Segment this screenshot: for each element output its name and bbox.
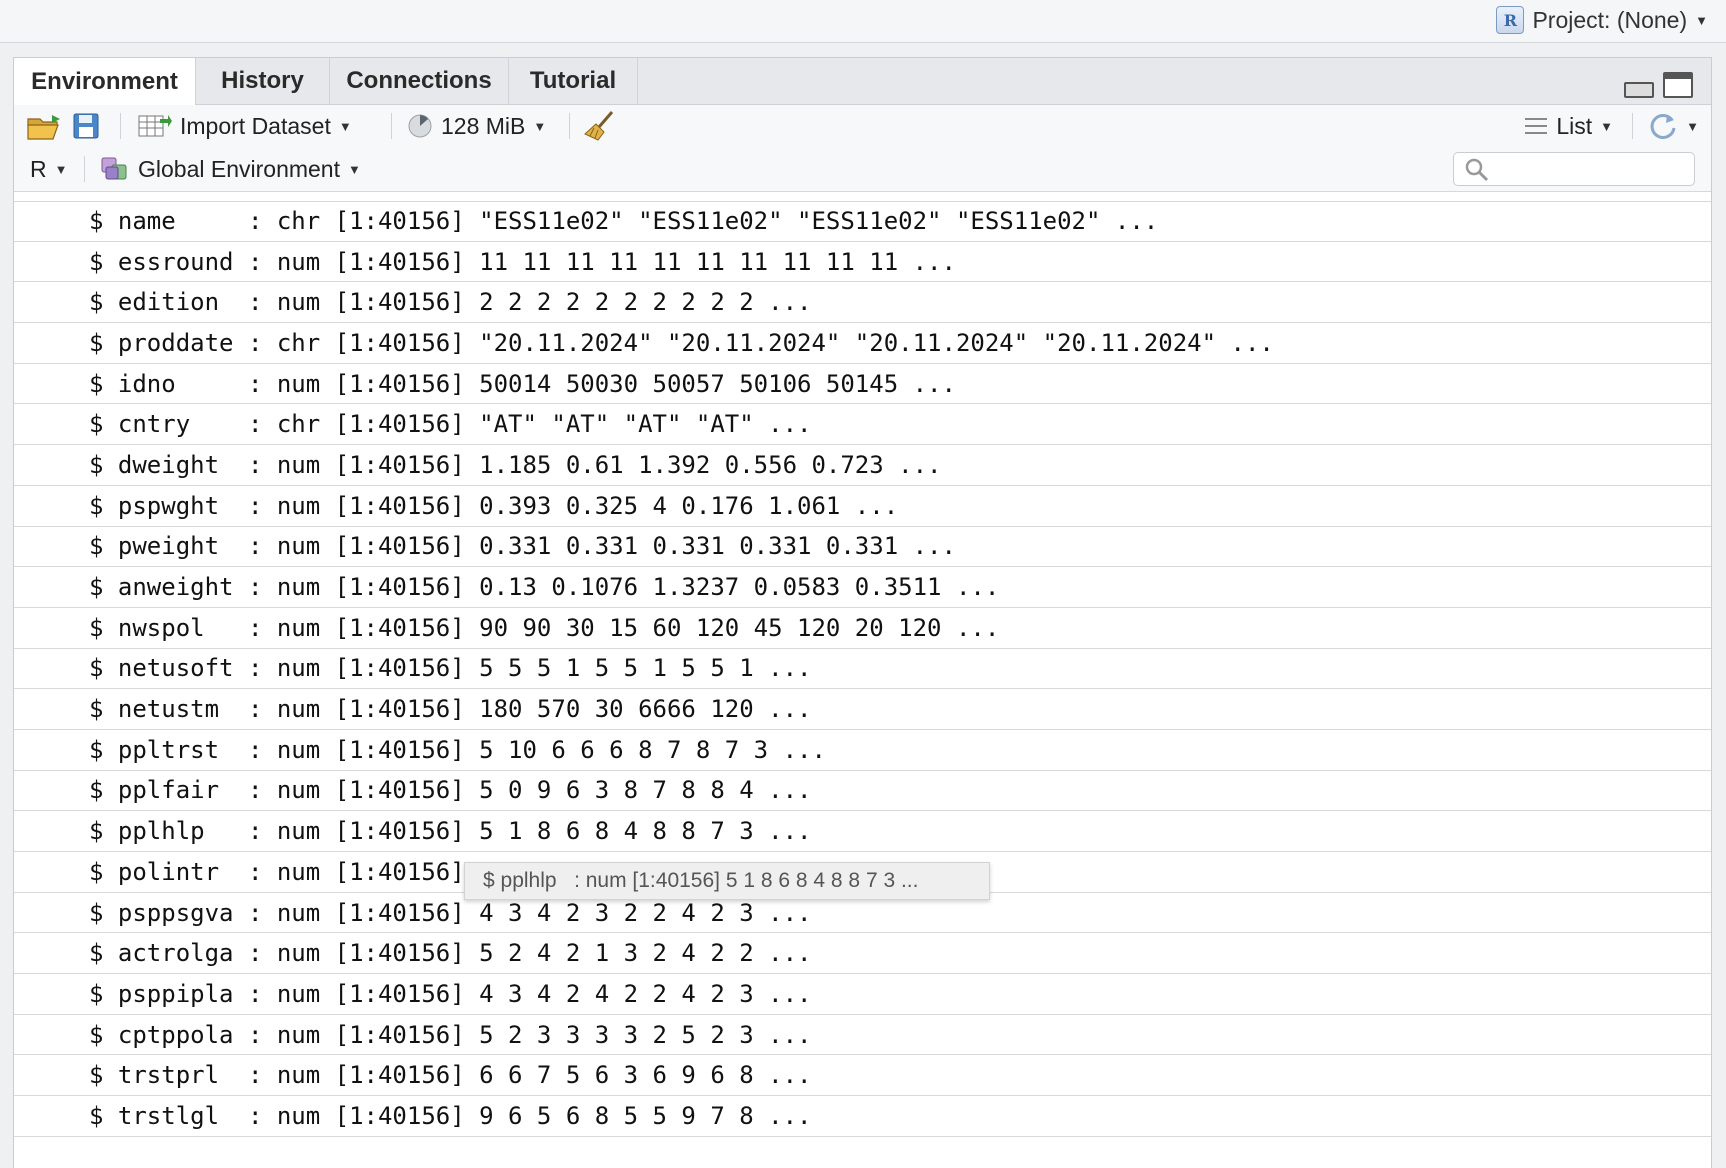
chevron-down-icon: ▼ [1686,118,1699,134]
table-import-icon [138,115,172,137]
environment-icon [101,157,127,180]
refresh-icon [1650,113,1676,139]
list-item[interactable]: $ cntry : chr [1:40156] "AT" "AT" "AT" "… [14,404,1711,446]
minimize-pane-icon[interactable] [1624,82,1654,98]
list-item[interactable]: $ pspwght : num [1:40156] 0.393 0.325 4 … [14,486,1711,527]
tab-tutorial[interactable]: Tutorial [509,58,638,104]
list-icon [1525,118,1548,134]
list-item[interactable]: $ name : chr [1:40156] "ESS11e02" "ESS11… [14,201,1711,242]
list-item[interactable]: $ nwspol : num [1:40156] 90 90 30 15 60 … [14,608,1711,649]
list-item[interactable]: $ netusoft : num [1:40156] 5 5 5 1 5 5 1… [14,649,1711,690]
chevron-down-icon: ▼ [533,118,547,134]
list-item[interactable]: $ cptppola : num [1:40156] 5 2 3 3 3 3 2… [14,1015,1711,1056]
list-item[interactable]: $ ppltrst : num [1:40156] 5 10 6 6 6 8 7… [14,730,1711,771]
list-item[interactable]: $ psppipla : num [1:40156] 4 3 4 2 4 2 2… [14,974,1711,1015]
list-item[interactable]: $ dweight : num [1:40156] 1.185 0.61 1.3… [14,445,1711,486]
list-item[interactable]: $ trstlgl : num [1:40156] 9 6 5 6 8 5 5 … [14,1096,1711,1137]
row-tooltip: $ pplhlp : num [1:40156] 5 1 8 6 8 4 8 8… [464,862,990,900]
chevron-down-icon: ▼ [1600,118,1613,134]
chevron-down-icon: ▼ [338,118,352,134]
load-workspace-button[interactable] [26,105,66,147]
chevron-down-icon: ▼ [348,161,361,177]
environment-search-input[interactable] [1453,152,1695,186]
list-item[interactable]: $ edition : num [1:40156] 2 2 2 2 2 2 2 … [14,282,1711,324]
project-menu[interactable]: R Project: (None) ▼ [1496,4,1708,36]
language-dropdown[interactable]: R ▼ [30,147,68,191]
list-item[interactable]: $ essround : num [1:40156] 11 11 11 11 1… [14,242,1711,283]
list-item[interactable]: $ pplhlp : num [1:40156] 5 1 8 6 8 4 8 8… [14,811,1711,852]
list-item[interactable]: $ idno : num [1:40156] 50014 50030 50057… [14,364,1711,405]
search-icon [1465,158,1489,182]
project-label: Project: (None) [1532,6,1688,33]
list-item[interactable]: $ trstprl : num [1:40156] 6 6 7 5 6 3 6 … [14,1055,1711,1097]
environment-dropdown[interactable]: Global Environment ▼ [100,147,361,191]
list-item[interactable]: $ pplfair : num [1:40156] 5 0 9 6 3 8 7 … [14,771,1711,812]
view-mode-button[interactable]: List ▼ [1524,105,1613,147]
list-item[interactable]: $ pweight : num [1:40156] 0.331 0.331 0.… [14,527,1711,568]
open-folder-icon [27,115,60,140]
top-bar: R Project: (None) ▼ [0,0,1726,43]
broom-icon [584,111,614,141]
maximize-pane-icon[interactable] [1663,72,1693,98]
list-item[interactable]: $ netustm : num [1:40156] 180 570 30 666… [14,689,1711,730]
environment-object-list: $ name : chr [1:40156] "ESS11e02" "ESS11… [14,201,1711,1137]
save-workspace-button[interactable] [72,105,100,147]
tab-connections[interactable]: Connections [330,58,509,104]
list-item[interactable]: $ proddate : chr [1:40156] "20.11.2024" … [14,323,1711,364]
chevron-down-icon: ▼ [1695,12,1708,28]
save-icon [73,113,99,139]
pane-tab-bar: Environment History Connections Tutorial [14,58,1711,105]
environment-pane: Environment History Connections Tutorial [13,57,1712,1168]
import-dataset-button[interactable]: Import Dataset ▼ [138,105,352,147]
tab-history[interactable]: History [196,58,330,104]
environment-toolbar: Import Dataset ▼ 128 MiB ▼ List ▼ ▼ [14,105,1711,148]
list-item[interactable]: $ actrolga : num [1:40156] 5 2 4 2 1 3 2… [14,933,1711,975]
memory-usage-button[interactable]: 128 MiB ▼ [407,105,546,147]
refresh-button[interactable]: ▼ [1648,105,1699,147]
chevron-down-icon: ▼ [54,161,68,177]
tab-environment[interactable]: Environment [14,58,196,105]
r-project-icon: R [1496,6,1525,34]
clear-workspace-button[interactable] [584,105,616,147]
environment-scope-bar: R ▼ Global Environment ▼ [14,147,1711,192]
list-item[interactable]: $ anweight : num [1:40156] 0.13 0.1076 1… [14,567,1711,608]
memory-pie-icon [408,114,432,138]
